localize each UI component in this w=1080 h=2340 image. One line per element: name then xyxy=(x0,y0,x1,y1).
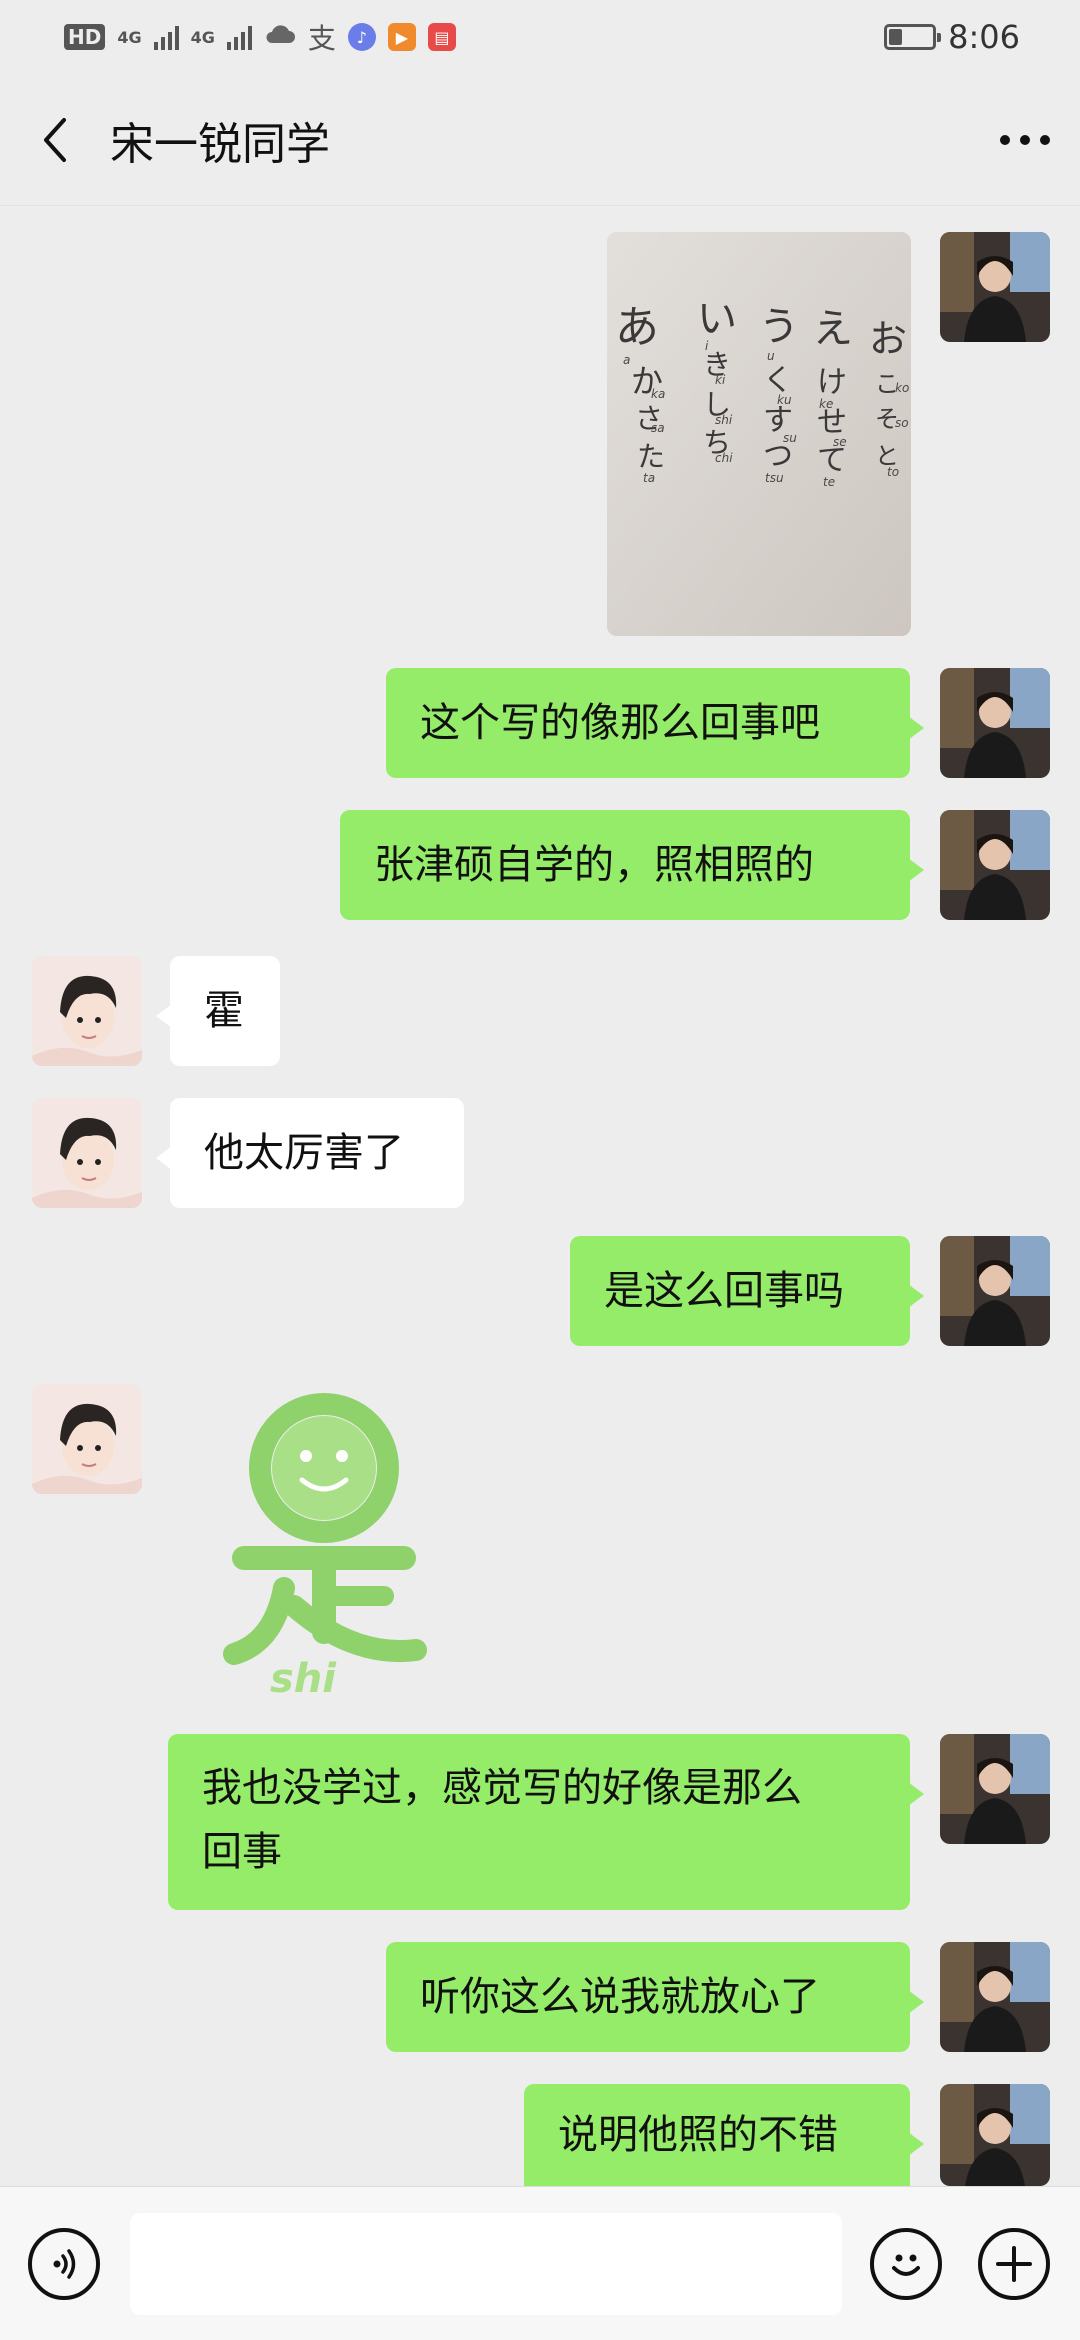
roman-row4-2: shi xyxy=(715,413,733,427)
contact-avatar[interactable] xyxy=(32,1384,142,1494)
input-bar xyxy=(0,2186,1080,2340)
chat-header: 宋一锐同学 xyxy=(0,74,1080,206)
roman-row4-3: chi xyxy=(715,451,733,465)
emoji-icon xyxy=(892,2254,920,2276)
message-bubble-self[interactable]: 张津硕自学的，照相照的 xyxy=(340,810,924,920)
message-bubble-self[interactable]: 这个写的像那么回事吧 xyxy=(386,668,924,778)
message-text: 这个写的像那么回事吧 xyxy=(420,700,820,746)
battery-icon xyxy=(884,24,942,50)
avatar-photo xyxy=(940,1734,1050,1844)
message-text: 说明他照的不错 xyxy=(558,2112,838,2158)
signal-icon xyxy=(153,24,179,50)
message-bubble-self[interactable]: 说明他照的不错 xyxy=(524,2084,924,2186)
roman-row5-3: ta xyxy=(643,471,655,485)
back-arrow-icon xyxy=(44,117,66,162)
roman-row3-0: u xyxy=(767,349,775,363)
roman-row5-2: sa xyxy=(651,421,665,435)
video-app-icon: ▶ xyxy=(387,23,416,51)
smiley-sticker: shi xyxy=(223,1393,427,1702)
message-bubble-self[interactable]: 是这么回事吗 xyxy=(570,1236,924,1346)
message-bubble-self[interactable]: 听你这么说我就放心了 xyxy=(386,1942,924,2052)
sticker-label: shi xyxy=(270,1656,337,1702)
book-app-icon: ▤ xyxy=(427,23,456,51)
message-bubble-other[interactable]: 他太厉害了 xyxy=(156,1098,464,1208)
status-bar: HD 4G 4G 支 ♪ ▶ ▤ 8:06 xyxy=(0,0,1080,74)
emoji-button[interactable] xyxy=(870,2228,942,2300)
self-avatar[interactable] xyxy=(940,810,1050,920)
avatar-photo xyxy=(940,2084,1050,2186)
hd-badge: HD xyxy=(64,24,106,50)
message-text-line1: 我也没学过，感觉写的好像是那么 xyxy=(202,1765,802,1811)
roman-row1-1: ko xyxy=(895,381,909,395)
message-bubble-self[interactable]: 我也没学过，感觉写的好像是那么 回事 xyxy=(168,1734,924,1910)
kana-row1-0: お xyxy=(869,317,907,361)
network-label-2: 4G xyxy=(190,27,215,47)
message-input[interactable] xyxy=(130,2213,842,2315)
more-icon xyxy=(1000,134,1050,145)
network-label-1: 4G xyxy=(117,27,142,47)
cloud-icon xyxy=(264,23,296,51)
plus-button[interactable] xyxy=(978,2228,1050,2300)
roman-row1-2: so xyxy=(895,416,909,430)
self-avatar[interactable] xyxy=(940,232,1050,342)
message-text: 霍 xyxy=(204,988,244,1034)
kana-row2-1: け xyxy=(817,365,847,400)
avatar-cartoon xyxy=(32,956,142,1066)
roman-row1-3: to xyxy=(887,465,899,479)
avatar-cartoon xyxy=(32,1098,142,1208)
kana-row4-0: い xyxy=(697,296,737,342)
avatar-photo xyxy=(940,1236,1050,1346)
kana-row5-0: あ xyxy=(615,302,659,353)
self-avatar[interactable] xyxy=(940,668,1050,778)
roman-row5-1: ka xyxy=(651,387,665,401)
avatar-photo xyxy=(940,668,1050,778)
battery-fill xyxy=(889,29,903,45)
voice-button[interactable] xyxy=(28,2228,100,2300)
roman-row2-1: ke xyxy=(819,397,833,411)
message-text: 是这么回事吗 xyxy=(604,1268,844,1314)
chat-title: 宋一锐同学 xyxy=(110,118,330,170)
contact-avatar[interactable] xyxy=(32,956,142,1066)
kana-row2-0: え xyxy=(813,306,853,352)
kana-row3-0: う xyxy=(759,304,799,350)
signal-icon-2 xyxy=(226,24,252,50)
plus-icon xyxy=(996,2246,1032,2282)
avatar-photo xyxy=(940,810,1050,920)
message-text: 听你这么说我就放心了 xyxy=(420,1974,820,2020)
status-right: 8:06 xyxy=(884,18,1020,56)
message-text-line2: 回事 xyxy=(202,1829,282,1875)
photo-attachment[interactable]: お こ そ と え け せ て う く す つ い き し ち あ か さ た xyxy=(607,232,911,636)
self-avatar[interactable] xyxy=(940,1734,1050,1844)
message-text: 张津硕自学的，照相照的 xyxy=(374,842,814,888)
avatar-cartoon xyxy=(32,1384,142,1494)
roman-row3-2: su xyxy=(783,431,797,445)
message-bubble-other[interactable]: 霍 xyxy=(156,956,280,1066)
message-text: 他太厉害了 xyxy=(204,1130,404,1176)
avatar-photo xyxy=(940,232,1050,342)
sticker[interactable]: shi xyxy=(214,1392,434,1702)
roman-row5-0: a xyxy=(623,353,630,367)
status-left: HD 4G 4G 支 ♪ ▶ ▤ xyxy=(64,17,456,57)
handwritten-kana-photo: お こ そ と え け せ て う く す つ い き し ち あ か さ た xyxy=(607,232,911,636)
alipay-icon: 支 xyxy=(307,22,336,55)
music-icon: ♪ xyxy=(347,23,376,51)
back-button[interactable] xyxy=(0,74,110,205)
self-avatar[interactable] xyxy=(940,2084,1050,2186)
avatar-photo xyxy=(940,1942,1050,2052)
roman-row2-2: se xyxy=(833,435,847,449)
kana-row5-3: た xyxy=(637,440,665,473)
more-button[interactable] xyxy=(970,74,1080,205)
roman-row2-3: te xyxy=(823,475,835,489)
roman-row3-3: tsu xyxy=(765,471,784,485)
self-avatar[interactable] xyxy=(940,1942,1050,2052)
self-avatar[interactable] xyxy=(940,1236,1050,1346)
clock: 8:06 xyxy=(948,18,1020,56)
roman-row4-1: ki xyxy=(715,373,726,387)
roman-row3-1: ku xyxy=(777,393,792,407)
contact-avatar[interactable] xyxy=(32,1098,142,1208)
voice-icon xyxy=(53,2249,76,2279)
